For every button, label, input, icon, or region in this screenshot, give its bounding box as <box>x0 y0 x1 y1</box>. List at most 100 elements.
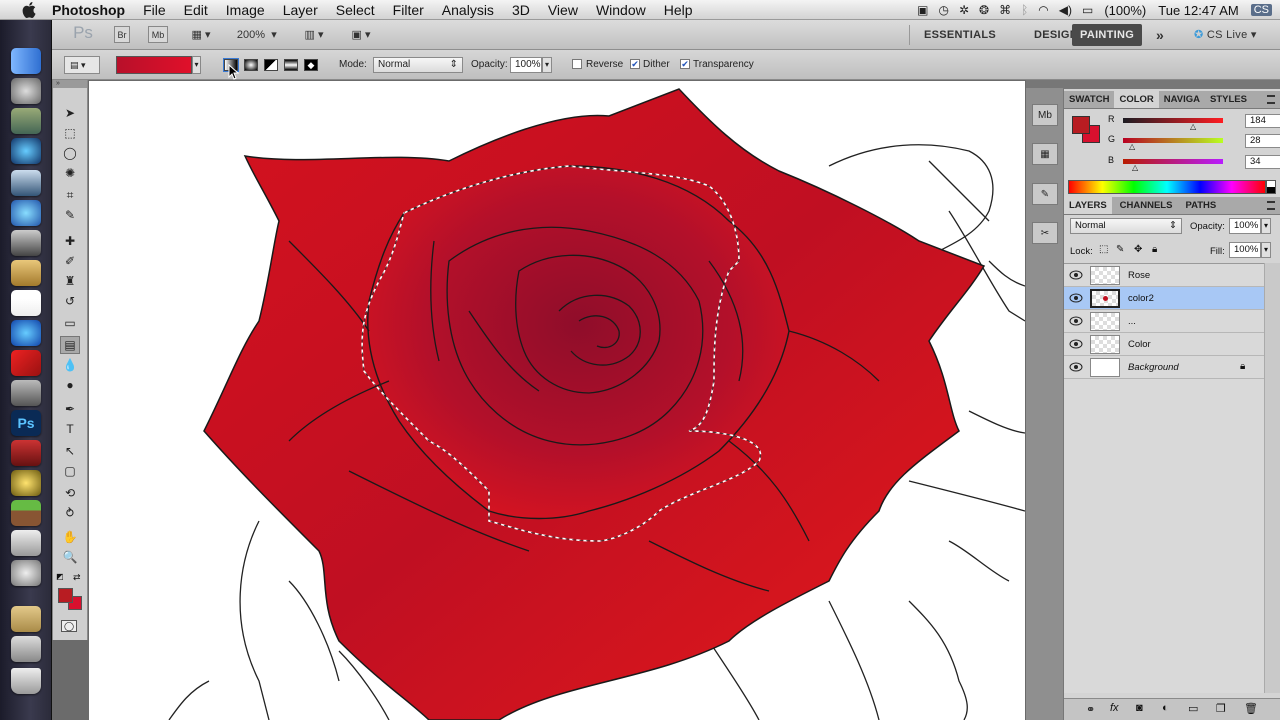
safari-icon[interactable] <box>11 200 41 226</box>
eyedropper-tool[interactable]: ✎ <box>60 206 80 224</box>
green-slider[interactable] <box>1123 138 1223 143</box>
bridge-button[interactable]: Br <box>114 26 130 43</box>
blue-slider-thumb[interactable]: △ <box>1132 163 1138 172</box>
lock-transparent-pixels-icon[interactable]: ⬚ <box>1099 244 1108 255</box>
reflected-gradient-button[interactable] <box>284 59 298 71</box>
arrange-documents-button[interactable]: ▥ ▾ <box>298 26 330 43</box>
layer-row-color2[interactable]: color2 <box>1064 287 1264 310</box>
lock-image-pixels-icon[interactable]: ✎ <box>1116 244 1124 255</box>
healing-brush-tool[interactable]: ✚ <box>60 232 80 250</box>
color-panel-menu-icon[interactable] <box>1267 95 1275 104</box>
new-layer-icon[interactable]: ❐ <box>1216 702 1226 715</box>
layer-name[interactable]: ... <box>1128 316 1136 327</box>
red-value-field[interactable]: 184 <box>1245 114 1280 128</box>
delete-layer-icon[interactable]: 🗑︎ <box>1244 702 1258 715</box>
menu-window[interactable]: Window <box>587 0 655 20</box>
menu-edit[interactable]: Edit <box>175 0 217 20</box>
fill-field[interactable]: 100% <box>1229 242 1261 258</box>
mode-select[interactable]: Normal ⇕ <box>373 57 463 73</box>
default-colors-icon[interactable]: ◩ <box>56 572 64 581</box>
iphoto-icon[interactable] <box>11 380 41 406</box>
wifi-icon[interactable]: ◠ <box>1038 3 1048 17</box>
tool-preset-picker[interactable]: ▤ ▾ <box>64 56 100 74</box>
link-layers-icon[interactable]: ⚭ <box>1086 703 1095 716</box>
menu-app-name[interactable]: Photoshop <box>52 0 134 20</box>
reverse-checkbox[interactable] <box>572 59 582 69</box>
opacity-slider-toggle-icon[interactable]: ▾ <box>542 57 552 73</box>
address-book-icon[interactable] <box>11 260 41 286</box>
brush-presets-panel-icon[interactable]: ▦ <box>1032 143 1058 165</box>
color-picker-icon[interactable] <box>11 350 41 376</box>
app-store-icon[interactable] <box>11 138 41 164</box>
menu-select[interactable]: Select <box>327 0 384 20</box>
foreground-color-swatch[interactable] <box>58 588 73 603</box>
facetime-icon[interactable] <box>11 230 41 256</box>
camera-icon[interactable]: ▣ <box>917 3 928 17</box>
menu-file[interactable]: File <box>134 0 175 20</box>
green-value-field[interactable]: 28 <box>1245 134 1280 148</box>
downloads-stack-icon[interactable] <box>11 606 41 632</box>
layer-name[interactable]: Rose <box>1128 270 1150 281</box>
tab-paths[interactable]: PATHS <box>1180 197 1221 214</box>
documents-stack-icon[interactable] <box>11 636 41 662</box>
star-app-icon[interactable] <box>11 470 41 496</box>
color-fg-swatch[interactable] <box>1072 116 1090 134</box>
diamond-gradient-button[interactable]: ◆ <box>304 59 318 71</box>
marquee-tool[interactable]: ⬚ <box>60 124 80 142</box>
red-slider-thumb[interactable]: △ <box>1190 122 1196 131</box>
layer-row-background[interactable]: Background 🔒︎ <box>1064 356 1264 379</box>
blend-mode-select[interactable]: Normal ⇕ <box>1070 218 1182 234</box>
layer-opacity-field[interactable]: 100% <box>1229 218 1261 234</box>
blue-value-field[interactable]: 34 <box>1245 155 1280 169</box>
menu-analysis[interactable]: Analysis <box>433 0 503 20</box>
color-spectrum-bar[interactable] <box>1068 180 1266 194</box>
move-tool[interactable]: ➤ <box>60 104 80 122</box>
eye-icon[interactable] <box>1069 293 1083 303</box>
gear-status-icon[interactable]: ✲ <box>959 3 969 17</box>
crop-tool[interactable]: ⌗ <box>60 186 80 204</box>
layers-panel-menu-icon[interactable] <box>1267 201 1275 210</box>
red-slider[interactable] <box>1123 118 1223 123</box>
layer-name[interactable]: Color <box>1128 339 1151 350</box>
mission-control-icon[interactable] <box>11 108 41 134</box>
mini-bridge-button[interactable]: Mb <box>148 26 168 43</box>
eye-icon[interactable] <box>1069 339 1083 349</box>
finder-icon[interactable] <box>11 48 41 74</box>
pen-tool[interactable]: ✒ <box>60 400 80 418</box>
apple-menu-icon[interactable] <box>18 0 40 20</box>
rocket-launchpad-icon[interactable] <box>11 78 41 104</box>
brush-tool[interactable]: ✐ <box>60 252 80 270</box>
bluetooth-icon[interactable]: ᛒ <box>1021 3 1028 17</box>
calendar-icon[interactable] <box>11 290 41 316</box>
tab-color[interactable]: COLOR <box>1114 91 1159 108</box>
lock-position-icon[interactable]: ✥ <box>1134 244 1142 255</box>
dodge-tool[interactable]: ● <box>60 376 80 394</box>
itunes-icon[interactable] <box>11 320 41 346</box>
quick-mask-button[interactable]: ◯ <box>61 620 77 632</box>
eye-icon[interactable] <box>1069 270 1083 280</box>
quick-selection-tool[interactable]: ✺ <box>60 164 80 182</box>
eye-icon[interactable] <box>1069 362 1083 372</box>
path-selection-tool[interactable]: ↖ <box>60 442 80 460</box>
menubar-clock[interactable]: Tue 12:47 AM <box>1158 3 1238 18</box>
green-slider-thumb[interactable]: △ <box>1129 142 1135 151</box>
volume-icon[interactable]: ◀) <box>1059 3 1072 17</box>
tab-channels[interactable]: CHANNELS <box>1112 197 1181 214</box>
clock-status-icon[interactable]: ◷ <box>938 3 948 17</box>
workspace-painting[interactable]: PAINTING <box>1072 24 1143 46</box>
battery-icon[interactable]: ▭ <box>1082 3 1093 17</box>
photo-booth-icon[interactable] <box>11 440 41 466</box>
mini-bridge-panel-icon[interactable]: Mb <box>1032 104 1058 126</box>
type-tool[interactable]: T <box>60 420 80 438</box>
layer-row-rose[interactable]: Rose <box>1064 264 1264 287</box>
adjustment-layer-icon[interactable]: ◐ <box>1162 702 1169 714</box>
clone-source-panel-icon[interactable]: ✂ <box>1032 222 1058 244</box>
eye-icon[interactable] <box>1069 316 1083 326</box>
preview-icon[interactable] <box>11 170 41 196</box>
opacity-field[interactable]: 100% <box>510 57 542 73</box>
document-canvas[interactable] <box>89 81 1025 720</box>
workspace-essentials[interactable]: ESSENTIALS <box>916 24 1004 46</box>
3d-orbit-tool[interactable]: ⥁ <box>60 504 80 522</box>
input-source-badge[interactable]: CS <box>1250 4 1272 16</box>
zoom-dropdown-icon[interactable]: ▾ <box>269 26 279 43</box>
